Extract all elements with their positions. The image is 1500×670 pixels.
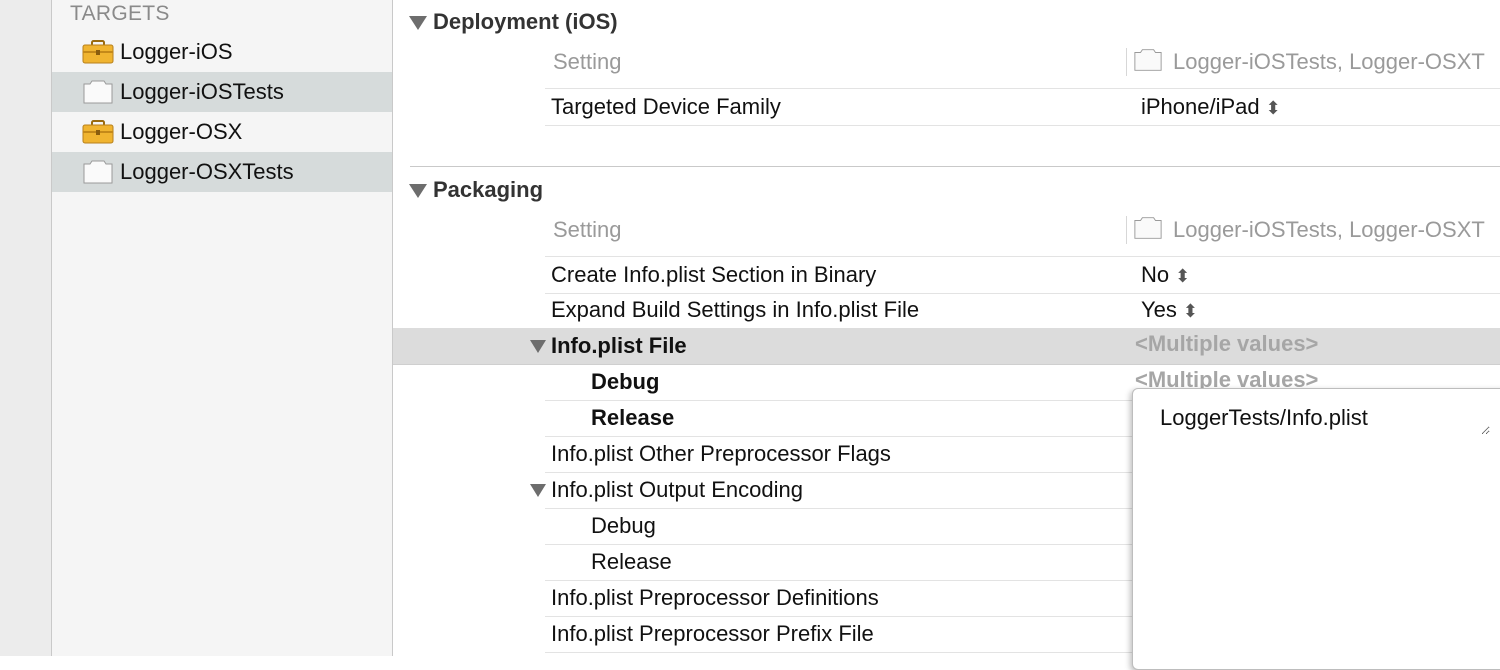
settings-row[interactable]: Expand Build Settings in Info.plist File… bbox=[545, 292, 1500, 329]
settings-row-selected[interactable]: Info.plist File <Multiple values> bbox=[393, 328, 1500, 365]
setting-label: Info.plist Other Preprocessor Flags bbox=[551, 441, 891, 466]
sidebar-item-label: Logger-iOSTests bbox=[120, 79, 284, 104]
setting-label: Release bbox=[591, 549, 672, 574]
setting-label: Debug bbox=[591, 369, 660, 394]
sidebar-item-logger-iostests[interactable]: Logger-iOSTests bbox=[52, 72, 392, 112]
setting-label: Info.plist Preprocessor Definitions bbox=[551, 585, 879, 610]
targets-sidebar: TARGETS Logger-iOS Logger-iOSTests Logge… bbox=[52, 0, 393, 656]
column-divider[interactable] bbox=[1126, 216, 1127, 244]
setting-label: Expand Build Settings in Info.plist File bbox=[551, 297, 920, 322]
setting-label: Info.plist File bbox=[551, 333, 687, 358]
setting-value[interactable]: No ⬍ bbox=[1141, 262, 1190, 288]
section-title-deployment[interactable]: Deployment (iOS) bbox=[433, 9, 618, 35]
column-divider[interactable] bbox=[1126, 48, 1127, 76]
disclosure-triangle-icon[interactable] bbox=[409, 184, 427, 198]
stepper-icon[interactable]: ⬍ bbox=[1175, 266, 1190, 287]
toolbox-icon bbox=[82, 120, 114, 144]
disclosure-triangle-icon[interactable] bbox=[530, 484, 546, 497]
sidebar-item-label: Logger-iOS bbox=[120, 39, 233, 64]
targets-header: TARGETS bbox=[70, 2, 170, 25]
toolbox-icon bbox=[82, 40, 114, 64]
test-bundle-icon bbox=[83, 160, 113, 184]
test-bundle-icon bbox=[1134, 217, 1162, 239]
setting-value[interactable]: <Multiple values> bbox=[1135, 331, 1318, 357]
sidebar-item-logger-osxtests[interactable]: Logger-OSXTests bbox=[52, 152, 392, 192]
settings-row[interactable]: Targeted Device Family iPhone/iPad ⬍ bbox=[545, 88, 1500, 126]
test-bundle-icon bbox=[1134, 49, 1162, 71]
column-header-targets: Logger-iOSTests, Logger-OSXT bbox=[1173, 49, 1485, 74]
setting-value[interactable]: iPhone/iPad ⬍ bbox=[1141, 94, 1281, 120]
column-header-targets: Logger-iOSTests, Logger-OSXT bbox=[1173, 217, 1485, 242]
sidebar-item-label: Logger-OSX bbox=[120, 119, 243, 144]
disclosure-triangle-icon[interactable] bbox=[409, 16, 427, 30]
disclosure-triangle-icon[interactable] bbox=[530, 340, 546, 353]
setting-label: Info.plist Preprocessor Prefix File bbox=[551, 621, 874, 646]
stepper-icon[interactable]: ⬍ bbox=[1183, 301, 1198, 322]
left-edge-panel bbox=[0, 0, 52, 656]
column-header-setting: Setting bbox=[553, 49, 622, 74]
sidebar-item-logger-osx[interactable]: Logger-OSX bbox=[52, 112, 392, 152]
setting-label: Create Info.plist Section in Binary bbox=[551, 262, 877, 287]
test-bundle-icon bbox=[83, 80, 113, 104]
setting-label: Release bbox=[591, 405, 675, 430]
sidebar-item-label: Logger-OSXTests bbox=[120, 159, 294, 184]
stepper-icon[interactable]: ⬍ bbox=[1266, 98, 1281, 119]
section-separator bbox=[410, 166, 1500, 167]
column-header-setting: Setting bbox=[553, 217, 622, 242]
sidebar-item-logger-ios[interactable]: Logger-iOS bbox=[52, 32, 392, 72]
info-plist-path-field[interactable]: LoggerTests/Info.plist bbox=[1160, 405, 1490, 435]
setting-label: Targeted Device Family bbox=[551, 94, 781, 119]
settings-row[interactable]: Create Info.plist Section in Binary No ⬍ bbox=[545, 256, 1500, 294]
setting-value[interactable]: Yes ⬍ bbox=[1141, 297, 1198, 323]
section-title-packaging[interactable]: Packaging bbox=[433, 177, 543, 203]
setting-label: Debug bbox=[591, 513, 656, 538]
setting-label: Info.plist Output Encoding bbox=[551, 477, 803, 502]
